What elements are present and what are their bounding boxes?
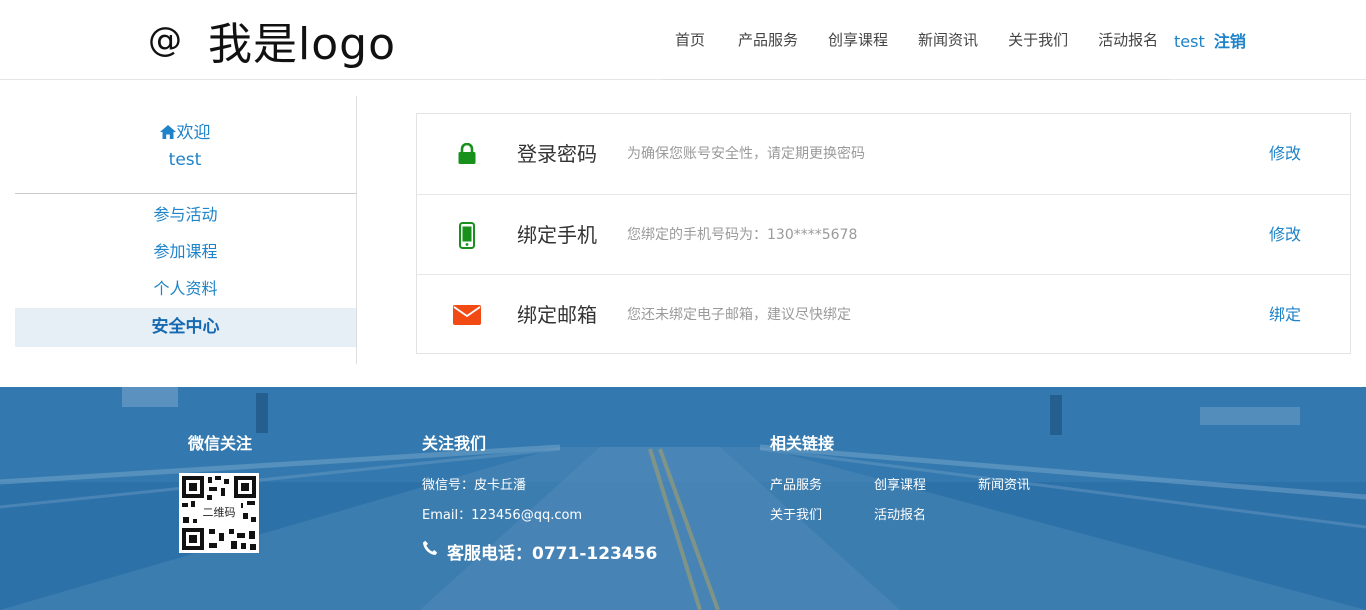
sidebar-item-security[interactable]: 安全中心 [15, 308, 356, 347]
footer-link-about[interactable]: 关于我们 [770, 504, 822, 523]
footer-link-products[interactable]: 产品服务 [770, 474, 822, 493]
welcome-label: 欢迎 [176, 123, 211, 143]
security-panel: 登录密码 为确保您账号安全性，请定期更换密码 修改 绑定手机 您绑定的手机号码为… [416, 113, 1351, 354]
row-title: 绑定邮箱 [517, 303, 597, 327]
envelope-icon [453, 301, 481, 329]
sidebar-item-profile[interactable]: 个人资料 [15, 270, 356, 307]
phone-icon [423, 540, 438, 555]
row-title: 绑定手机 [517, 223, 597, 247]
footer-email: Email：123456@qq.com [422, 508, 583, 523]
modify-password-link[interactable]: 修改 [1269, 114, 1301, 194]
mobile-phone-icon [453, 221, 481, 249]
logout-link[interactable]: 注销 [1214, 32, 1246, 51]
nav-item-news[interactable]: 新闻资讯 [917, 29, 979, 50]
footer-link-news[interactable]: 新闻资讯 [978, 474, 1030, 493]
row-description: 为确保您账号安全性，请定期更换密码 [627, 146, 865, 162]
username-link[interactable]: test [1174, 32, 1205, 51]
user-area: test 注销 [1174, 28, 1246, 52]
logo-symbol: @ [148, 20, 182, 60]
sidebar-menu: 参与活动 参加课程 个人资料 安全中心 [15, 196, 356, 347]
modify-phone-link[interactable]: 修改 [1269, 195, 1301, 275]
welcome-block: 欢迎 test [15, 120, 355, 174]
logo-text: 我是logo [208, 19, 396, 70]
footer-link-events[interactable]: 活动报名 [874, 504, 926, 523]
nav-item-courses[interactable]: 创享课程 [827, 29, 889, 50]
security-row-password: 登录密码 为确保您账号安全性，请定期更换密码 修改 [417, 114, 1350, 194]
main-nav: 首页 产品服务 创享课程 新闻资讯 关于我们 活动报名 [662, 0, 1170, 80]
nav-item-about[interactable]: 关于我们 [1007, 29, 1069, 50]
welcome-username: test [168, 150, 202, 170]
sidebar-divider [15, 193, 356, 194]
sidebar-item-activities[interactable]: 参与活动 [15, 196, 356, 233]
security-row-email: 绑定邮箱 您还未绑定电子邮箱，建议尽快绑定 绑定 [417, 274, 1350, 354]
qr-code: 二维码 [179, 473, 259, 553]
lock-icon [453, 140, 481, 168]
footer-link-courses[interactable]: 创享课程 [874, 474, 926, 493]
footer-wechat-title: 微信关注 [188, 434, 253, 453]
nav-item-products[interactable]: 产品服务 [737, 29, 799, 50]
security-row-phone: 绑定手机 您绑定的手机号码为：130****5678 修改 [417, 194, 1350, 274]
sidebar: 欢迎 test 参与活动 参加课程 个人资料 安全中心 [15, 96, 357, 364]
bind-email-link[interactable]: 绑定 [1269, 275, 1301, 355]
qr-code-label: 二维码 [197, 503, 241, 523]
sidebar-item-courses[interactable]: 参加课程 [15, 233, 356, 270]
nav-item-events[interactable]: 活动报名 [1097, 29, 1159, 50]
logo[interactable]: @ 我是logo [148, 14, 396, 70]
footer-wechat-id: 微信号：皮卡丘潘 [422, 478, 527, 493]
row-description: 您绑定的手机号码为：130****5678 [627, 227, 858, 243]
footer-phone: 客服电话：0771-123456 [447, 544, 658, 564]
row-description: 您还未绑定电子邮箱，建议尽快绑定 [627, 307, 851, 323]
footer-follow-title: 关注我们 [422, 434, 487, 453]
site-header: @ 我是logo 首页 产品服务 创享课程 新闻资讯 关于我们 活动报名 tes… [0, 0, 1366, 80]
site-footer: 微信关注 二维码 关注我们 微信号：皮卡丘潘 Email：123456@qq.c… [0, 387, 1366, 610]
footer-links-title: 相关链接 [770, 434, 835, 453]
nav-item-home[interactable]: 首页 [674, 29, 706, 50]
row-title: 登录密码 [517, 142, 597, 166]
home-icon [159, 125, 176, 139]
